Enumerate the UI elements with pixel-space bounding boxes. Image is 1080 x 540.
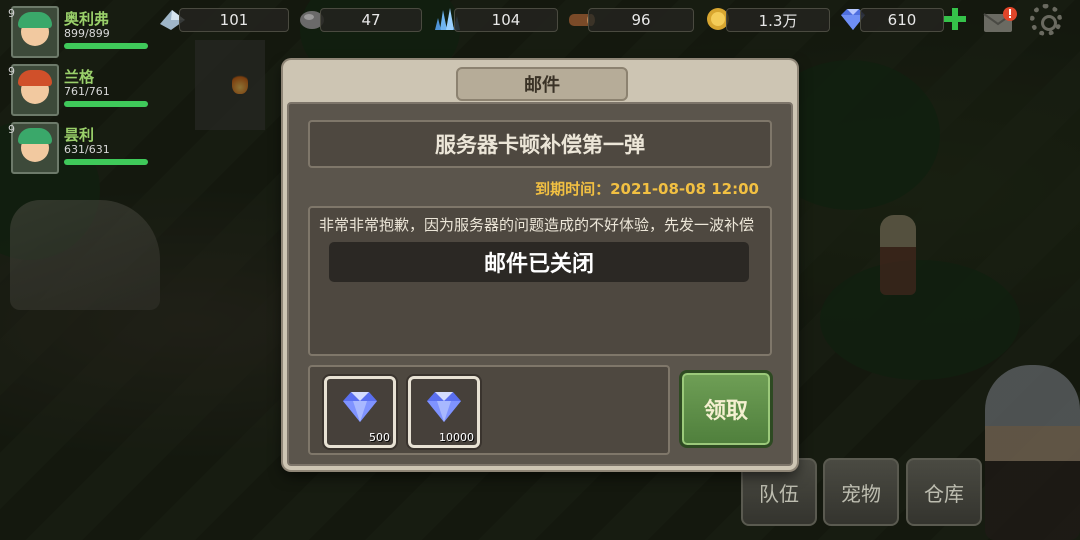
reward-list: 500 10000 — [308, 365, 670, 455]
reward-amount: 10000 — [439, 431, 474, 444]
resource-wood: 96 — [566, 6, 696, 32]
resource-value: 96 — [588, 8, 694, 32]
resource-value: 47 — [320, 8, 422, 32]
resource-gold: 1.3万 — [704, 6, 832, 32]
resource-stone: 47 — [298, 6, 424, 32]
member-portrait — [11, 6, 59, 58]
hp-bar-fill — [64, 43, 148, 49]
portrait-hair — [18, 12, 52, 28]
mail-dialog-title: 邮件 — [456, 67, 628, 101]
resource-value: 1.3万 — [726, 8, 830, 32]
mail-subject: 服务器卡顿补偿第一弹 — [308, 120, 772, 168]
mail-closed-toast: 邮件已关闭 — [329, 242, 749, 282]
reward-item[interactable]: 10000 — [408, 376, 480, 448]
member-name: 兰格 — [64, 68, 95, 86]
hp-bar — [64, 43, 148, 49]
pet-button[interactable]: 宠物 — [823, 458, 899, 526]
member-name: 昙利 — [64, 126, 95, 144]
resource-value: 104 — [454, 8, 558, 32]
resource-crystal-shard: 101 — [157, 6, 290, 32]
mail-body-text: 非常非常抱歉，因为服务器的问题造成的不好体验，先发一波补偿 — [319, 216, 755, 234]
hp-bar — [64, 159, 148, 165]
expiry-value: 2021-08-08 12:00 — [610, 180, 759, 198]
member-portrait — [11, 122, 59, 174]
portrait-hair — [18, 70, 52, 86]
member-hp: 761/761 — [64, 85, 110, 98]
mail-dialog: 邮件 服务器卡顿补偿第一弹 到期时间：2021-08-08 12:00 非常非常… — [283, 60, 797, 470]
diamond-icon — [427, 392, 461, 422]
member-portrait — [11, 64, 59, 116]
member-hp: 899/899 — [64, 27, 110, 40]
hp-bar-fill — [64, 159, 148, 165]
member-level: 9 — [8, 7, 15, 20]
party-sidebar: 9 奥利弗 899/899 9 兰格 761/761 9 昙利 631/631 — [4, 4, 154, 178]
hp-bar-fill — [64, 101, 148, 107]
warehouse-button[interactable]: 仓库 — [906, 458, 982, 526]
resource-ice-crystal: 104 — [432, 6, 560, 32]
party-member[interactable]: 9 昙利 631/631 — [4, 120, 154, 176]
resource-diamond: 610 — [838, 6, 944, 32]
hp-bar — [64, 101, 148, 107]
party-member[interactable]: 9 兰格 761/761 — [4, 62, 154, 118]
member-name: 奥利弗 — [64, 10, 110, 28]
reward-item[interactable]: 500 — [324, 376, 396, 448]
mail-expiry: 到期时间：2021-08-08 12:00 — [535, 178, 759, 199]
member-level: 9 — [8, 65, 15, 78]
resource-value: 101 — [179, 8, 289, 32]
resource-value: 610 — [860, 8, 944, 32]
portrait-hair — [18, 128, 52, 144]
member-level: 9 — [8, 123, 15, 136]
reward-amount: 500 — [369, 431, 390, 444]
party-member[interactable]: 9 奥利弗 899/899 — [4, 4, 154, 60]
add-diamond-button[interactable] — [942, 6, 968, 32]
claim-button[interactable]: 领取 — [679, 370, 773, 448]
settings-gear-icon[interactable] — [1030, 4, 1062, 36]
expiry-label: 到期时间： — [535, 180, 611, 198]
member-hp: 631/631 — [64, 143, 110, 156]
mail-icon[interactable] — [982, 6, 1020, 34]
diamond-icon — [343, 392, 377, 422]
